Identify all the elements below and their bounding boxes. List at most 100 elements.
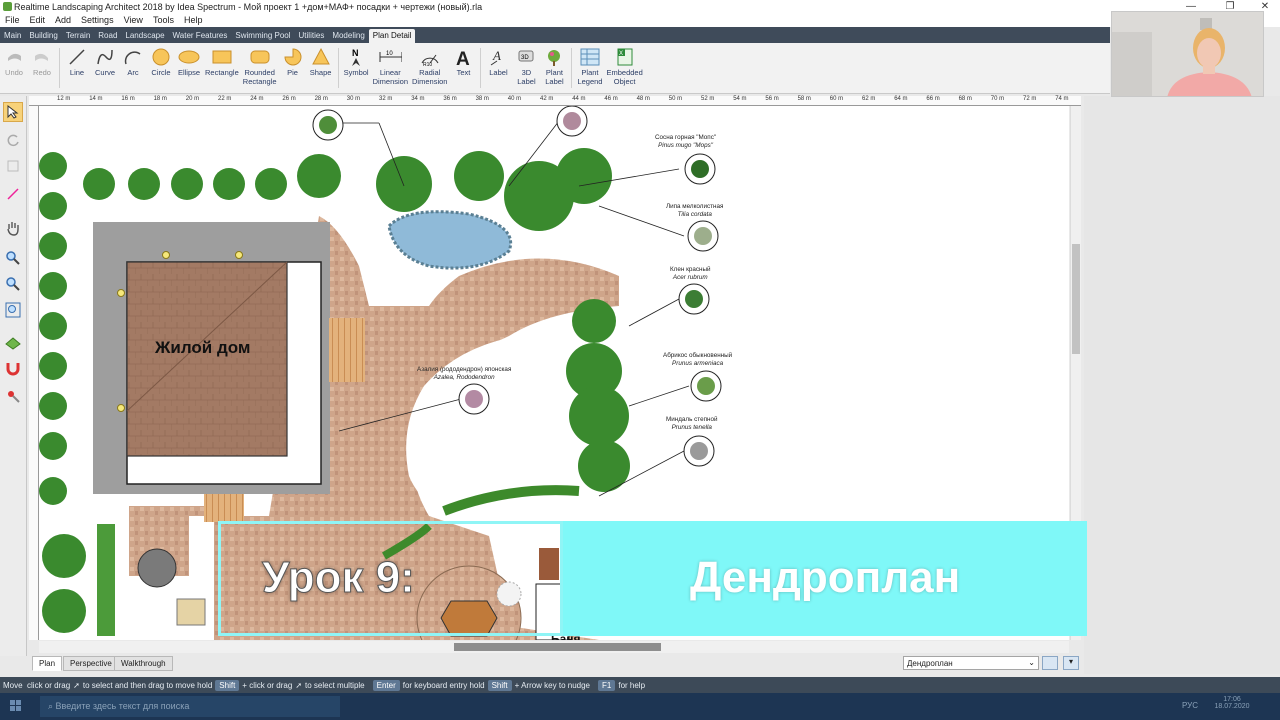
ruler-label: 22 m [218,96,232,102]
tab-modeling[interactable]: Modeling [328,29,368,43]
view-tab-perspective[interactable]: Perspective [63,656,119,671]
pan-tool[interactable] [3,218,23,238]
plant-name-lat: Pinus mugo "Mops" [658,142,713,149]
pie-label: Pie [287,68,298,77]
zoom-in-tool[interactable] [3,274,23,294]
toolbar-separator [59,48,60,88]
line-button[interactable]: Line [63,46,91,93]
ruler-label: 24 m [250,96,264,102]
status-hint: for help [618,680,646,690]
menu-tools[interactable]: Tools [148,15,179,25]
plant-label-prunus-tenella: Миндаль степной Prunus tenella [666,416,718,432]
menu-view[interactable]: View [119,15,148,25]
embedded-object-button[interactable]: X Embedded Object [604,46,644,93]
horizontal-scroll-thumb[interactable] [454,643,661,651]
pie-icon [281,46,305,68]
snap-tool[interactable] [3,358,23,378]
plant-legend-button[interactable]: Plant Legend [575,46,604,93]
tab-water-features[interactable]: Water Features [169,29,232,43]
search-icon: ⌕ [48,701,56,711]
rotate-tool[interactable] [3,130,23,150]
view-tab-plan[interactable]: Plan [32,656,63,671]
menu-add[interactable]: Add [50,15,76,25]
circle-icon [149,46,173,68]
shape-button[interactable]: Shape [307,46,335,93]
svg-text:X: X [619,51,623,57]
zoom-tool[interactable] [3,248,23,268]
radial-dimension-button[interactable]: R10 Radial Dimension [410,46,449,93]
tab-utilities[interactable]: Utilities [295,29,329,43]
select-tool[interactable] [3,102,23,122]
circle-button[interactable]: Circle [147,46,175,93]
plant-name-ru: Липа мелколистная [666,203,724,210]
status-hint: hold [197,680,213,690]
status-hint: to select and then drag to move [82,680,195,690]
plant-name-lat: Acer rubrum [672,274,708,281]
plant-label-azalea: Азалия (рододендрон) японская Azalea, Rod… [417,366,511,382]
svg-text:3D: 3D [521,55,529,61]
linear-dimension-button[interactable]: 10 Linear Dimension [371,46,410,93]
undo-button[interactable]: Undo [0,46,28,93]
clock-date: 18.07.2020 [1214,703,1250,710]
magnifier-icon [6,251,20,265]
taskbar-search-input[interactable]: ⌕ Введите здесь текст для поиска [40,696,340,717]
label-3d-button[interactable]: 3D 3D Label [512,46,540,93]
menu-file[interactable]: File [0,15,25,25]
ellipse-button[interactable]: Ellipse [175,46,203,93]
ruler-label: 60 m [829,96,844,102]
vertical-scroll-thumb[interactable] [1072,244,1080,354]
menu-edit[interactable]: Edit [25,15,51,25]
plant-label-button[interactable]: Plant Label [540,46,568,93]
menu-settings[interactable]: Settings [76,15,119,25]
layer-select[interactable]: Дендроплан ⌄ [903,656,1039,670]
tab-main[interactable]: Main [0,29,25,43]
layer-manager-button[interactable] [1042,656,1058,670]
grid-tool[interactable] [3,332,23,352]
arc-button[interactable]: Arc [119,46,147,93]
menu-bar: File Edit Add Settings View Tools Help [0,13,1280,27]
measure-tool[interactable] [3,386,23,406]
layer-dropdown-button[interactable]: ▾ [1063,656,1079,670]
curve-label: Curve [94,68,115,77]
undo-label: Undo [5,68,23,77]
redo-button[interactable]: Redo [28,46,56,93]
label-button[interactable]: A Label [484,46,512,93]
tab-road[interactable]: Road [94,29,121,43]
radial-dimension-label: Radial Dimension [412,68,448,86]
edit-points-tool[interactable] [3,184,23,204]
ruler-horizontal: 12 m 14 m 16 m 18 m 20 m 22 m 24 m 26 m 28 m 30 m… [29,96,1081,106]
toolbar-separator [571,48,573,88]
symbol-button[interactable]: N Symbol [342,46,371,93]
key-shift: Shift [487,679,512,691]
ruler-label: 40 m [507,96,522,102]
app-icon [3,2,12,11]
rounded-rectangle-button[interactable]: Rounded Rectangle [241,46,279,93]
zoom-in-icon [6,277,20,291]
tab-building[interactable]: Building [25,29,61,43]
language-indicator[interactable]: РУС [1182,701,1198,710]
windows-start-icon[interactable] [10,700,22,712]
line-label: Line [69,68,85,77]
tab-swimming-pool[interactable]: Swimming Pool [231,29,294,43]
tab-plan-detail[interactable]: Plan Detail [368,29,416,43]
zoom-extents-tool[interactable] [3,300,23,320]
label-3d-icon: 3D [514,46,538,68]
menu-help[interactable]: Help [179,15,208,25]
toolbar: Undo Redo Line Curve Arc Circle Ellipse … [0,43,1110,94]
lesson-number: Урок 9: [262,553,416,603]
tab-terrain[interactable]: Terrain [62,29,94,43]
status-hint: to select multiple [305,680,365,690]
text-button[interactable]: A Text [449,46,477,93]
rectangle-button[interactable]: Rectangle [203,46,241,93]
curve-button[interactable]: Curve [91,46,119,93]
resize-tool[interactable] [3,156,23,176]
view-tab-walkthrough[interactable]: Walkthrough [114,656,173,671]
horizontal-scrollbar[interactable] [39,641,1069,653]
pie-button[interactable]: Pie [279,46,307,93]
toolbar-separator [480,48,482,88]
tab-landscape[interactable]: Landscape [121,29,168,43]
status-hint: + click or drag [242,680,293,690]
ellipse-icon [177,46,201,68]
clock[interactable]: 17:06 18.07.2020 [1212,696,1252,710]
view-bar: Plan Perspective Walkthrough Дендроплан … [29,653,1084,673]
